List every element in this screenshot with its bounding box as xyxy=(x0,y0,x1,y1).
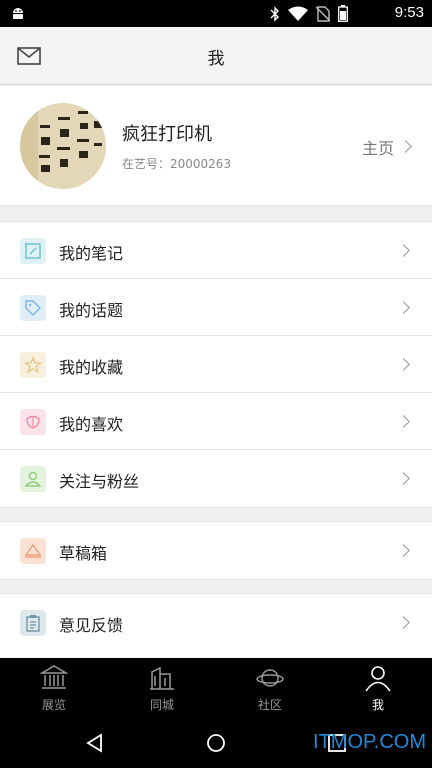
tab-label: 社区 xyxy=(257,698,282,712)
menu-item-likes[interactable]: 我的喜欢 xyxy=(0,393,432,450)
bluetooth-icon xyxy=(270,5,279,22)
menu-label: 草稿箱 xyxy=(59,544,108,563)
tab-exhibition[interactable]: 展览 xyxy=(0,658,108,718)
menu-item-follows[interactable]: 关注与粉丝 xyxy=(0,450,432,507)
tab-label: 展览 xyxy=(41,698,66,712)
tag-icon xyxy=(20,295,46,321)
menu-label: 我的收藏 xyxy=(59,358,124,377)
user-icon xyxy=(20,466,46,492)
avatar[interactable] xyxy=(20,103,106,189)
profile-name: 疯狂打印机 xyxy=(122,124,212,145)
menu-group-drafts: 草稿箱 xyxy=(0,521,432,580)
chevron-right-icon xyxy=(397,544,410,557)
status-bar: 9:53 xyxy=(0,0,432,27)
flower-icon xyxy=(20,409,46,435)
chevron-right-icon xyxy=(397,472,410,485)
watermark: ITMOP.COM xyxy=(313,731,426,753)
building-icon xyxy=(150,666,174,690)
draft-icon xyxy=(20,538,46,564)
menu-label: 我的话题 xyxy=(59,301,124,320)
tab-community[interactable]: 社区 xyxy=(216,658,324,718)
page-title: 我 xyxy=(207,49,225,69)
menu-item-drafts[interactable]: 草稿箱 xyxy=(0,522,432,579)
menu-item-topics[interactable]: 我的话题 xyxy=(0,279,432,336)
profile-card[interactable]: 疯狂打印机 在艺号：20000263 主页 xyxy=(0,86,432,206)
chevron-right-icon xyxy=(397,358,410,371)
tab-label: 我 xyxy=(371,698,384,712)
no-sim-icon xyxy=(316,5,330,22)
home-icon[interactable] xyxy=(205,732,227,754)
menu-group-feedback: 意见反馈 xyxy=(0,593,432,659)
menu-label: 我的笔记 xyxy=(59,244,124,263)
chevron-right-icon xyxy=(397,244,410,257)
chevron-right-icon xyxy=(397,301,410,314)
bottom-tab-bar: 展览 同城 社区 我 xyxy=(0,658,432,718)
home-link[interactable]: 主页 xyxy=(362,135,394,159)
star-icon xyxy=(20,352,46,378)
clipboard-icon xyxy=(20,610,46,636)
planet-icon xyxy=(256,669,284,687)
menu-group-main: 我的笔记 我的话题 我的收藏 我的喜欢 关注与粉丝 xyxy=(0,221,432,508)
battery-icon xyxy=(338,5,348,22)
chevron-right-icon xyxy=(397,415,410,428)
menu-label: 意见反馈 xyxy=(59,616,124,635)
note-icon xyxy=(20,238,46,264)
status-time: 9:53 xyxy=(394,4,424,21)
chevron-right-icon xyxy=(399,140,412,153)
menu-label: 我的喜欢 xyxy=(59,415,124,434)
profile-id: 在艺号：20000263 xyxy=(122,157,232,171)
header: 我 xyxy=(0,27,432,85)
menu-item-notes[interactable]: 我的笔记 xyxy=(0,222,432,279)
tab-me[interactable]: 我 xyxy=(324,658,432,718)
museum-icon xyxy=(40,665,68,689)
tab-label: 同城 xyxy=(149,698,174,712)
menu-label: 关注与粉丝 xyxy=(59,472,140,491)
person-icon xyxy=(365,666,391,692)
tab-city[interactable]: 同城 xyxy=(108,658,216,718)
menu-item-favorites[interactable]: 我的收藏 xyxy=(0,336,432,393)
menu-item-feedback[interactable]: 意见反馈 xyxy=(0,594,432,651)
android-icon xyxy=(13,8,23,19)
back-icon[interactable] xyxy=(84,732,106,754)
chevron-right-icon xyxy=(397,616,410,629)
wifi-icon xyxy=(288,6,308,21)
